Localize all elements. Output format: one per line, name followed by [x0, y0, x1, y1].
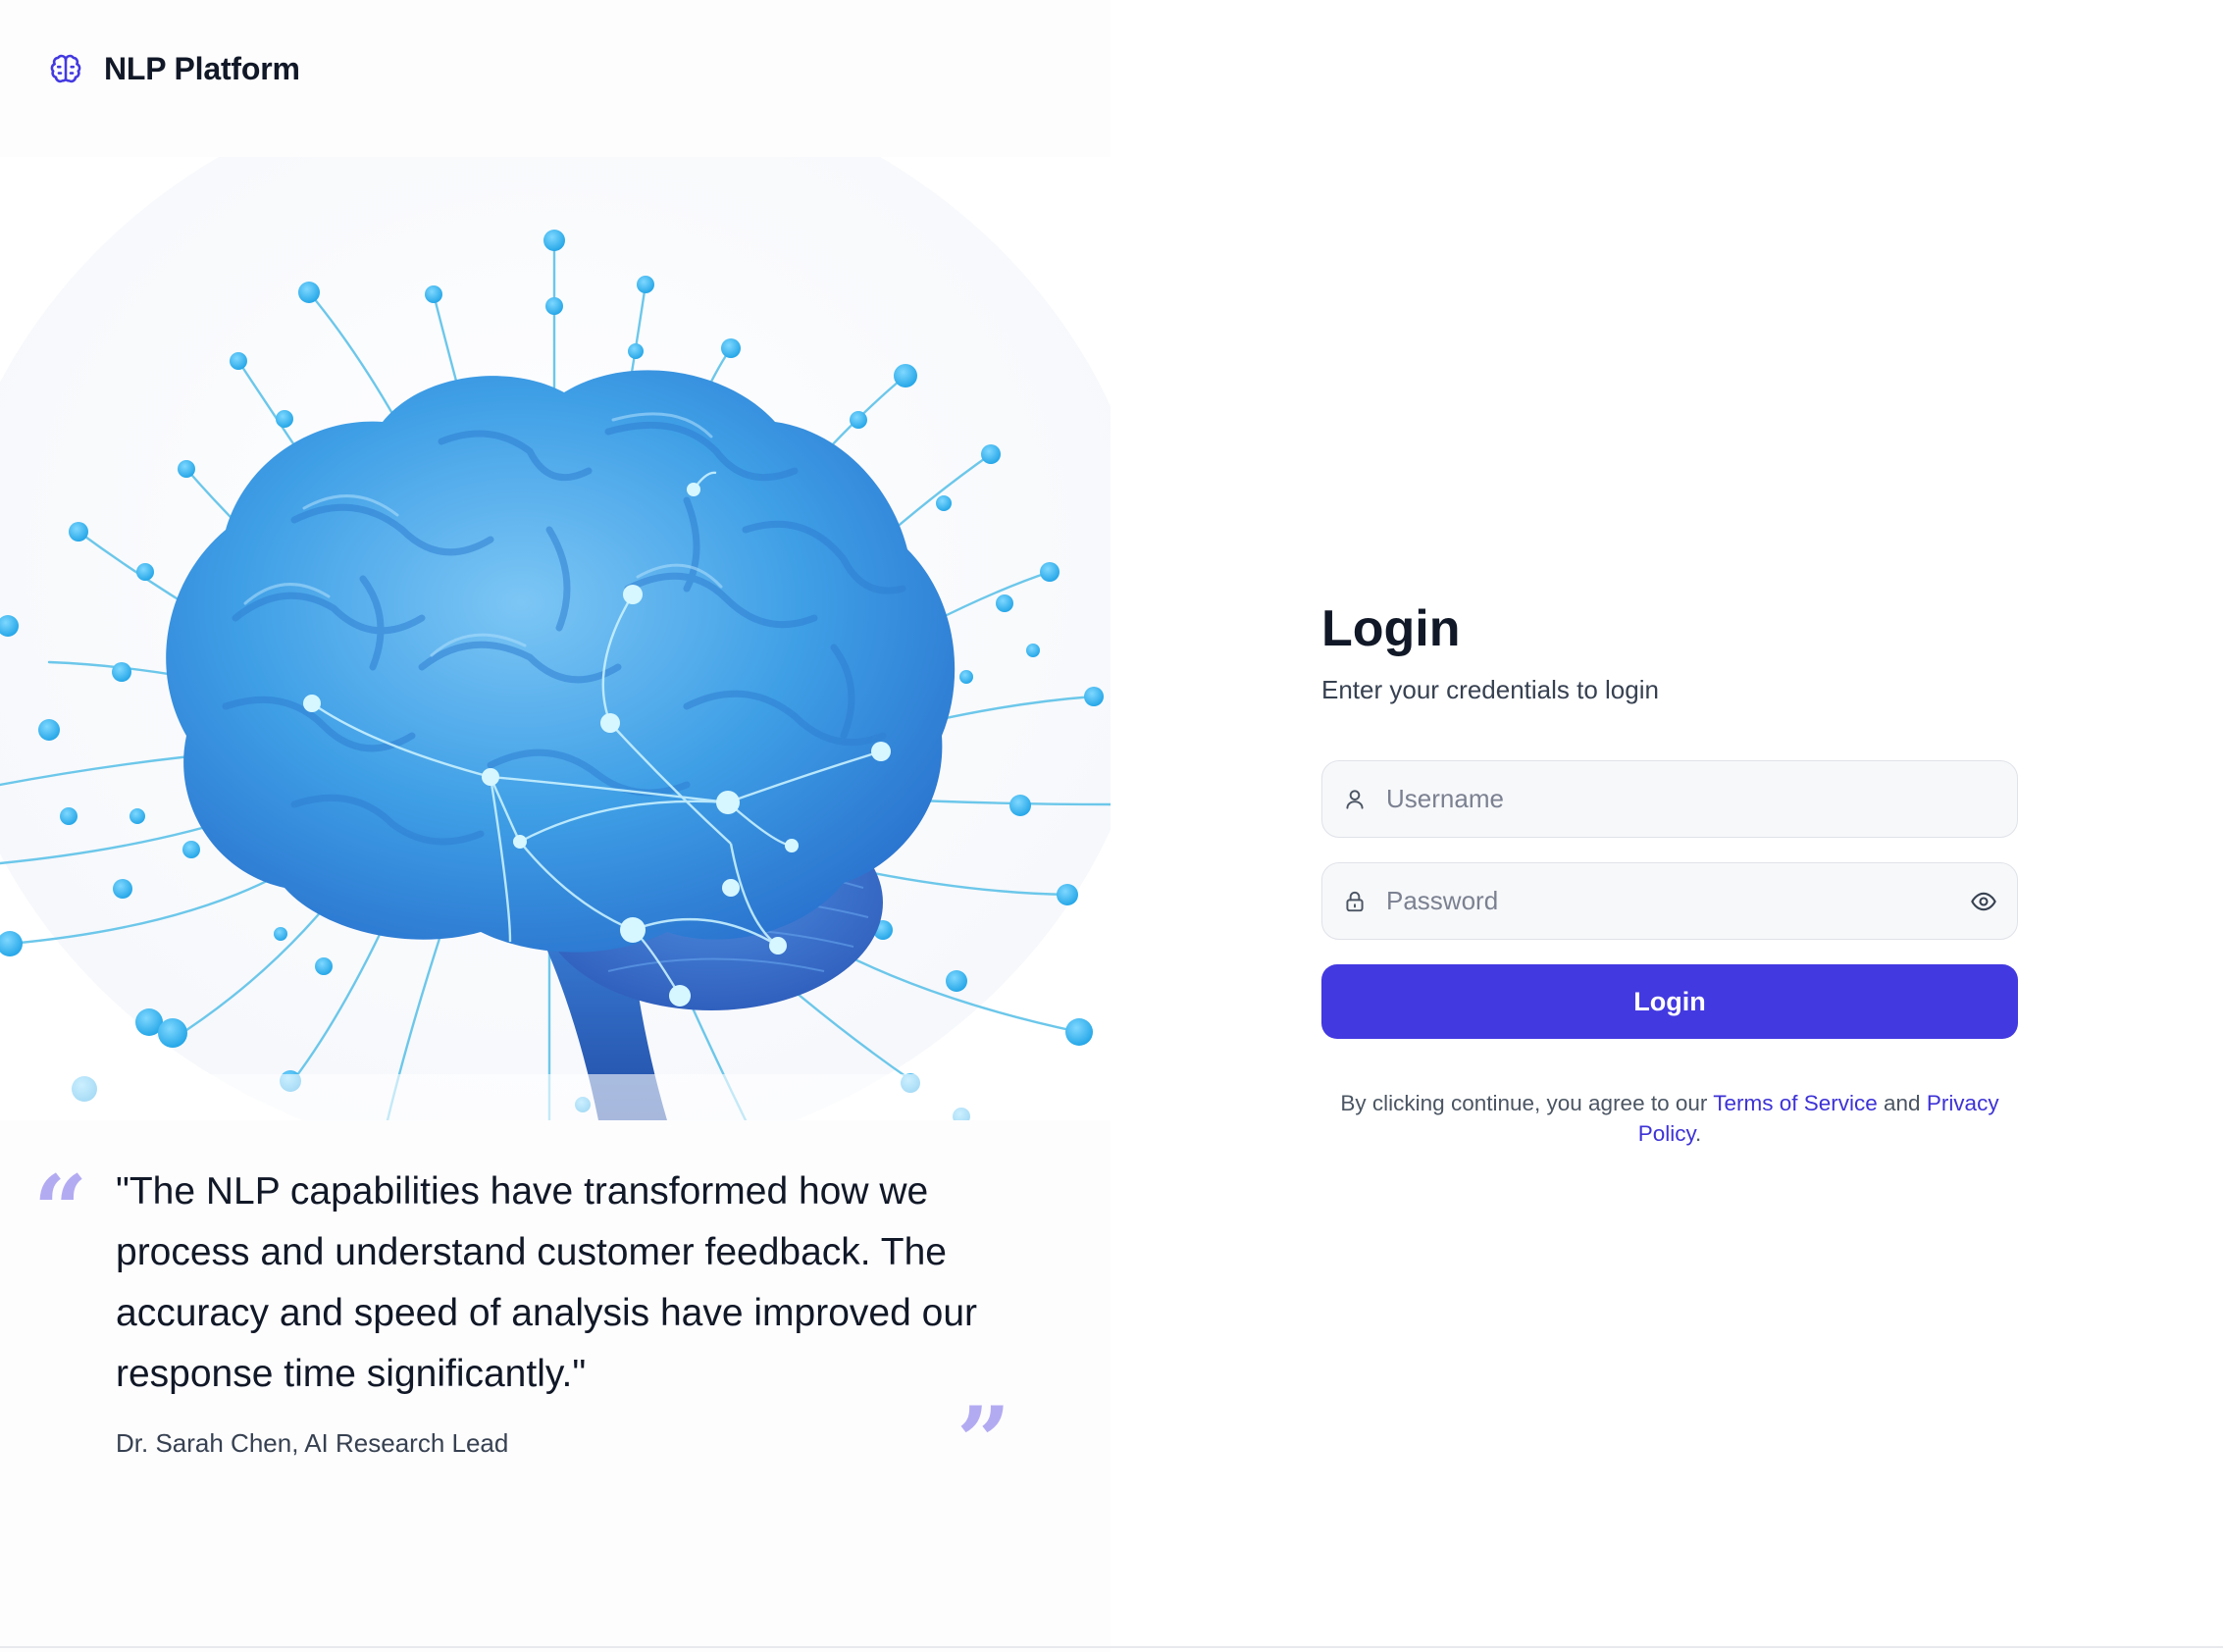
- lock-icon: [1346, 891, 1364, 911]
- terms-prefix: By clicking continue, you agree to our: [1340, 1091, 1714, 1115]
- page-divider: [0, 1646, 2223, 1648]
- login-form: Login Enter your credentials to login Lo…: [1321, 594, 2018, 1149]
- testimonial-quote: "The NLP capabilities have transformed h…: [116, 1170, 977, 1395]
- brand-name: NLP Platform: [104, 51, 300, 86]
- open-quote-icon: “: [33, 1155, 88, 1265]
- login-button[interactable]: Login: [1321, 964, 2018, 1039]
- username-input[interactable]: [1322, 761, 2017, 837]
- password-input[interactable]: [1322, 863, 2017, 939]
- brain-network-illustration: [0, 157, 1111, 1120]
- testimonial-author: Dr. Sarah Chen, AI Research Lead: [116, 1428, 509, 1458]
- username-field[interactable]: [1321, 760, 2018, 838]
- terms-middle: and: [1877, 1091, 1927, 1115]
- left-panel: NLP Platform “ "The NLP capabilities hav…: [0, 0, 1111, 1652]
- brand: NLP Platform: [49, 51, 300, 87]
- hero-image: [0, 157, 1111, 1120]
- login-subtitle: Enter your credentials to login: [1321, 675, 1659, 704]
- testimonial: “ "The NLP capabilities have transformed…: [0, 1148, 1111, 1489]
- close-quote-icon: ”: [956, 1386, 1011, 1497]
- login-page: NLP Platform “ "The NLP capabilities hav…: [0, 0, 2223, 1652]
- terms-suffix: .: [1695, 1121, 1702, 1146]
- terms-of-service-link[interactable]: Terms of Service: [1713, 1091, 1878, 1115]
- brain-icon: [50, 54, 81, 82]
- login-title: Login: [1321, 600, 1461, 657]
- password-field[interactable]: [1321, 862, 2018, 940]
- terms-notice: By clicking continue, you agree to our T…: [1321, 1088, 2018, 1149]
- eye-icon[interactable]: [1970, 888, 1997, 915]
- user-icon: [1346, 789, 1364, 809]
